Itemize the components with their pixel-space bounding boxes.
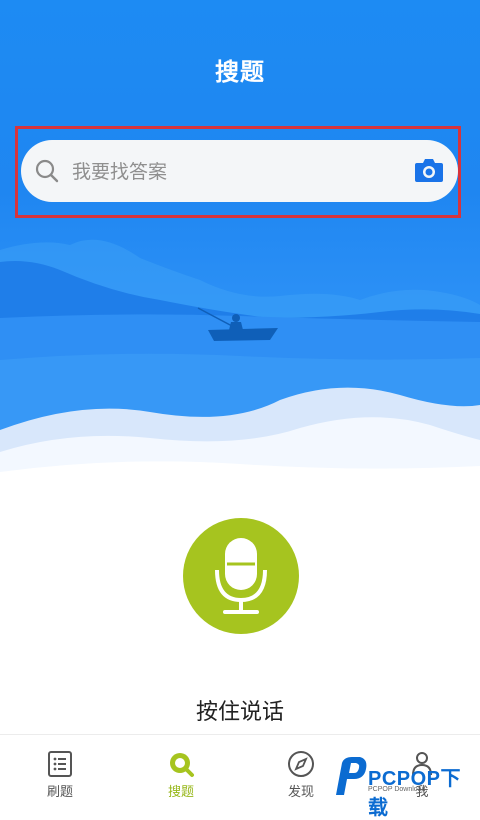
- search-input[interactable]: [70, 151, 394, 193]
- camera-icon[interactable]: [414, 157, 444, 183]
- page-title: 搜题: [215, 58, 265, 86]
- hold-to-talk-button[interactable]: [183, 518, 299, 634]
- tab-label: 刷题: [46, 785, 73, 800]
- watermark-sub-text: PCPOP Download: [368, 786, 426, 793]
- compass-icon: [288, 751, 314, 777]
- tab-practice[interactable]: 刷题: [12, 735, 108, 801]
- tab-label: 搜题: [167, 785, 194, 800]
- voice-hint-label: 按住说话: [195, 700, 284, 725]
- search-icon: [170, 753, 194, 777]
- tab-search[interactable]: 搜题: [133, 735, 229, 801]
- search-icon: [35, 159, 59, 183]
- microphone-icon: [215, 538, 267, 614]
- list-icon: [48, 751, 72, 777]
